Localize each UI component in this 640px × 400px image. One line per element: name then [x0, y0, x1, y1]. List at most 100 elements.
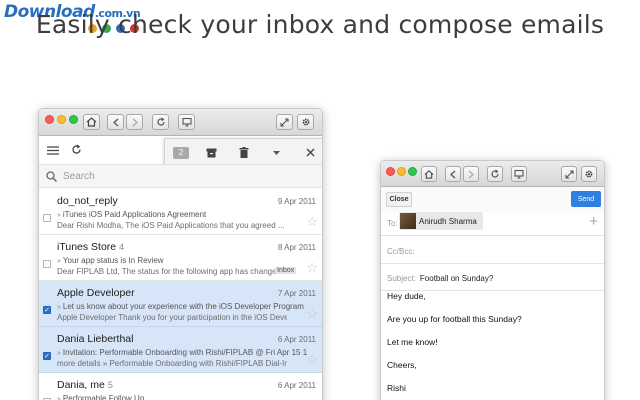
zoom-window-button[interactable] — [408, 167, 417, 176]
gear-icon — [585, 170, 593, 178]
close-window-button[interactable] — [45, 115, 54, 124]
mail-row[interactable]: do_not_reply 9 Apr 2011 » iTunes iOS Paid A… — [39, 189, 322, 235]
archive-icon[interactable] — [206, 148, 217, 158]
minimize-window-button[interactable] — [397, 167, 406, 176]
mail-row[interactable]: Dania, me 5 6 Apr 2011 » Performable Follow … — [39, 373, 322, 400]
mail-sender: do_not_reply — [57, 195, 118, 207]
sender-name: do_not_reply — [57, 195, 118, 207]
recipient-chip[interactable]: Anirudh Sharma — [399, 212, 483, 230]
subject-text: Let us know about your experience with t… — [62, 302, 304, 311]
home-icon — [86, 117, 97, 127]
selected-count-badge: 2 — [173, 146, 189, 159]
reload-button[interactable] — [487, 166, 503, 182]
forward-arrow-icon: » — [57, 212, 61, 219]
body-line: Cheers, — [387, 360, 417, 370]
headline: Easily check your inbox and compose emai… — [35, 10, 605, 39]
mail-preview: Dear Rishi Modha, The iOS Paid Applicati… — [57, 221, 285, 230]
body-line: Are you up for football this Sunday? — [387, 314, 522, 324]
add-recipient-icon[interactable]: + — [589, 213, 598, 230]
refresh-icon — [491, 169, 499, 178]
trash-icon[interactable] — [239, 147, 249, 158]
mail-date: 7 Apr 2011 — [277, 289, 316, 298]
label-badge: Inbox — [275, 267, 297, 274]
star-icon[interactable]: ☆ — [306, 353, 318, 366]
screenshot: Download.com.vn Easily check your inbox … — [0, 0, 640, 400]
sender-name: Apple Developer — [57, 287, 135, 299]
chevron-left-icon — [112, 118, 118, 126]
menu-icon[interactable] — [47, 146, 59, 155]
to-field[interactable]: To: Anirudh Sharma + — [381, 209, 604, 236]
mail-date: 6 Apr 2011 — [277, 335, 316, 344]
fullscreen-button[interactable] — [276, 114, 293, 130]
mail-subject: » Let us know about your experience with … — [57, 302, 307, 311]
star-icon[interactable]: ☆ — [306, 215, 318, 228]
monitor-icon — [181, 117, 192, 127]
display-button[interactable] — [511, 166, 527, 182]
expand-icon — [564, 169, 574, 179]
close-button[interactable]: Close — [386, 192, 412, 207]
select-checkbox[interactable] — [43, 214, 51, 222]
mail-subject: » Invitation: Performable Onboarding with… — [57, 348, 307, 357]
expand-icon — [280, 117, 289, 127]
forward-button[interactable] — [126, 114, 143, 130]
cc-bcc-label: Cc/Bcc: — [387, 247, 415, 256]
mail-subject: » Performable Follow Up — [57, 394, 307, 400]
body-line: Rishi — [387, 383, 406, 393]
settings-button[interactable] — [297, 114, 314, 130]
forward-arrow-icon: » — [57, 396, 61, 400]
mail-subject: » iTunes iOS Paid Applications Agreement — [57, 210, 307, 219]
body-line: Hey dude, — [387, 291, 426, 301]
back-button[interactable] — [445, 166, 461, 182]
refresh-icon — [156, 117, 165, 126]
sender-name: iTunes Store — [57, 241, 117, 253]
monitor-icon — [514, 169, 524, 179]
close-window-button[interactable] — [386, 167, 395, 176]
thread-count: 4 — [119, 242, 125, 252]
select-checkbox[interactable]: ✓ — [43, 352, 51, 360]
settings-button[interactable] — [581, 166, 597, 182]
send-button[interactable]: Send — [571, 191, 601, 207]
fullscreen-button[interactable] — [561, 166, 577, 182]
subject-value: Football on Sunday? — [419, 274, 494, 283]
star-icon[interactable]: ☆ — [306, 307, 318, 320]
display-button[interactable] — [178, 114, 195, 130]
caret-down-icon[interactable] — [273, 151, 280, 155]
back-button[interactable] — [107, 114, 124, 130]
message-body[interactable]: Hey dude, Are you up for football this S… — [387, 291, 522, 400]
subject-text: iTunes iOS Paid Applications Agreement — [62, 210, 207, 219]
mail-sender: iTunes Store 4 — [57, 241, 124, 253]
mail-preview: more details » Performable Onboarding wi… — [57, 359, 287, 368]
refresh-icon[interactable] — [71, 144, 82, 155]
cc-bcc-field[interactable]: Cc/Bcc: — [381, 237, 604, 264]
forward-arrow-icon: » — [57, 350, 61, 357]
select-checkbox[interactable]: ✓ — [43, 306, 51, 314]
mail-row[interactable]: Dania Lieberthal 6 Apr 2011 ✓ » Invitation: … — [39, 327, 322, 373]
mail-sender: Dania, me 5 — [57, 379, 113, 391]
body-line: Let me know! — [387, 337, 438, 347]
mail-sender: Apple Developer — [57, 287, 135, 299]
forward-arrow-icon: » — [57, 304, 61, 311]
mail-row[interactable]: Apple Developer 7 Apr 2011 ✓ » Let us know a… — [39, 281, 322, 327]
home-button[interactable] — [83, 114, 100, 130]
mail-date: 8 Apr 2011 — [277, 243, 316, 252]
mail-subject: » Your app status is In Review — [57, 256, 307, 265]
compose-title-bar — [381, 161, 604, 187]
reload-button[interactable] — [152, 114, 169, 130]
search-input[interactable]: Search — [63, 171, 95, 182]
mail-row[interactable]: iTunes Store 4 8 Apr 2011 » Your app status … — [39, 235, 322, 281]
subject-label-text: Subject: — [387, 274, 416, 283]
star-icon[interactable]: ☆ — [306, 261, 318, 274]
to-label: To: — [387, 219, 398, 228]
forward-button[interactable] — [463, 166, 479, 182]
home-button[interactable] — [421, 166, 437, 182]
minimize-window-button[interactable] — [57, 115, 66, 124]
gear-icon — [302, 118, 309, 126]
select-checkbox[interactable] — [43, 260, 51, 268]
subject-field[interactable]: Subject: Football on Sunday? — [381, 264, 604, 291]
sender-name: Dania Lieberthal — [57, 333, 134, 345]
forward-arrow-icon: » — [57, 258, 61, 265]
title-bar — [39, 109, 322, 136]
search-bar[interactable]: Search — [39, 164, 322, 188]
zoom-window-button[interactable] — [69, 115, 78, 124]
close-icon[interactable] — [306, 148, 315, 157]
